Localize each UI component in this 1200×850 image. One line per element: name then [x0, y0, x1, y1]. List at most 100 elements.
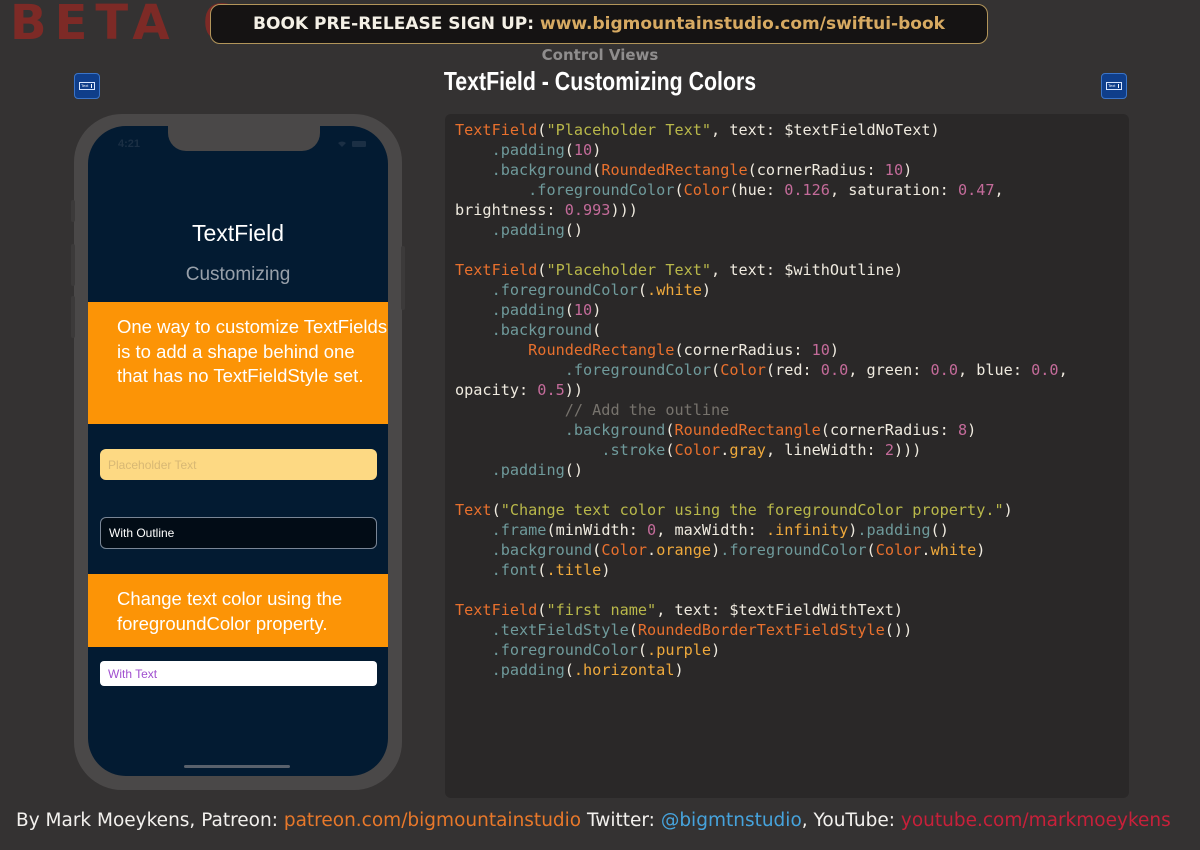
code-token: 0.5 — [537, 381, 565, 399]
phone-preview: 4:21 TextField Customizing One way to cu… — [71, 114, 405, 790]
code-token: ) — [711, 541, 721, 559]
twitter-link[interactable]: @bigmtnstudio — [661, 810, 802, 831]
phone-volume-up — [71, 244, 75, 286]
code-token: Text — [455, 501, 492, 519]
code-token: ) — [674, 661, 684, 679]
code-token: , — [994, 181, 1004, 199]
code-token: ) — [592, 141, 602, 159]
code-token: .padding — [491, 661, 565, 679]
code-line: .background(RoundedRectangle(cornerRadiu… — [455, 420, 1129, 440]
code-token: .stroke — [601, 441, 666, 459]
code-token: opacity: — [455, 381, 538, 399]
code-token: .padding — [491, 301, 565, 319]
code-token: Color — [683, 181, 730, 199]
battery-icon — [352, 140, 366, 147]
code-token: ) — [711, 641, 721, 659]
code-token: RoundedRectangle — [528, 341, 675, 359]
with-outline-textfield[interactable]: With Outline — [100, 517, 377, 549]
code-line: .textFieldStyle(RoundedBorderTextFieldSt… — [455, 620, 1129, 640]
code-token: 0.0 — [820, 361, 849, 379]
with-text-textfield[interactable]: With Text — [100, 661, 377, 686]
code-token: ( — [637, 281, 648, 299]
code-token: ( — [592, 161, 602, 179]
code-token: .title — [546, 561, 602, 579]
code-token: .background — [564, 421, 666, 439]
code-token: .background — [491, 321, 593, 339]
code-token: ) — [903, 161, 913, 179]
code-token: . — [921, 541, 931, 559]
code-line: .padding(10) — [455, 300, 1129, 320]
code-line: brightness: 0.993))) — [455, 200, 1129, 220]
code-line: .foregroundColor(Color(hue: 0.126, satur… — [455, 180, 1129, 200]
youtube-link[interactable]: youtube.com/markmoeykens — [901, 810, 1171, 831]
code-token: . — [720, 441, 730, 459]
code-token: orange — [656, 541, 712, 559]
code-token: TextField — [455, 121, 538, 139]
code-token: () — [564, 221, 584, 239]
code-line: .frame(minWidth: 0, maxWidth: .infinity)… — [455, 520, 1129, 540]
code-token: )) — [564, 381, 584, 399]
code-token: ) — [701, 281, 712, 299]
code-token: ( — [564, 301, 574, 319]
code-token: ( — [628, 621, 638, 639]
textfield-icon-glyph: Text — [1106, 82, 1122, 90]
code-token: .padding — [857, 521, 931, 539]
code-token: 2 — [884, 441, 894, 459]
description-banner: One way to customize TextFields is to ad… — [88, 302, 388, 424]
code-token: .padding — [491, 221, 565, 239]
code-token: ()) — [884, 621, 913, 639]
placeholder-textfield[interactable] — [100, 449, 377, 480]
code-line: TextField("first name", text: $textField… — [455, 600, 1129, 620]
code-token: RoundedBorderTextFieldStyle — [637, 621, 885, 639]
code-token: RoundedRectangle — [601, 161, 748, 179]
banner-url-link[interactable]: www.bigmountainstudio.com/swiftui-book — [540, 14, 945, 34]
code-token: () — [930, 521, 949, 539]
phone-mute-switch — [71, 200, 75, 222]
home-indicator — [184, 765, 290, 768]
code-token: ( — [564, 661, 574, 679]
code-token: 0.47 — [957, 181, 995, 199]
code-token: .font — [491, 561, 538, 579]
code-token: .frame — [491, 521, 547, 539]
code-token: ( — [674, 181, 684, 199]
code-token: .horizontal — [573, 661, 675, 679]
code-token: 10 — [811, 341, 830, 359]
code-token: ) — [829, 341, 840, 359]
code-token: ( — [711, 361, 721, 379]
wifi-icon — [337, 140, 347, 147]
patreon-link[interactable]: patreon.com/bigmountainstudio — [284, 810, 581, 831]
code-token: 0.0 — [1031, 361, 1059, 379]
code-token: .white — [647, 281, 702, 299]
code-line: .padding() — [455, 460, 1129, 480]
code-token: brightness: — [455, 201, 565, 219]
code-token: 0 — [647, 521, 657, 539]
code-token: , green: — [848, 361, 931, 379]
signup-banner[interactable]: BOOK PRE-RELEASE SIGN UP: www.bigmountai… — [210, 4, 988, 44]
code-token: Color — [601, 541, 648, 559]
code-token: gray — [729, 441, 766, 459]
code-block: TextField("Placeholder Text", text: $tex… — [445, 114, 1129, 798]
phone-volume-down — [71, 296, 75, 338]
banner-label: BOOK PRE-RELEASE SIGN UP: — [253, 14, 535, 34]
phone-notch — [168, 126, 320, 151]
code-line: .padding(10) — [455, 140, 1129, 160]
code-token: ) — [1003, 501, 1013, 519]
textfield-icon: Text — [74, 73, 100, 99]
code-token: "Placeholder Text" — [546, 261, 712, 279]
code-token: .foregroundColor — [528, 181, 675, 199]
code-token: .foregroundColor — [720, 541, 867, 559]
code-token: ) — [601, 561, 611, 579]
